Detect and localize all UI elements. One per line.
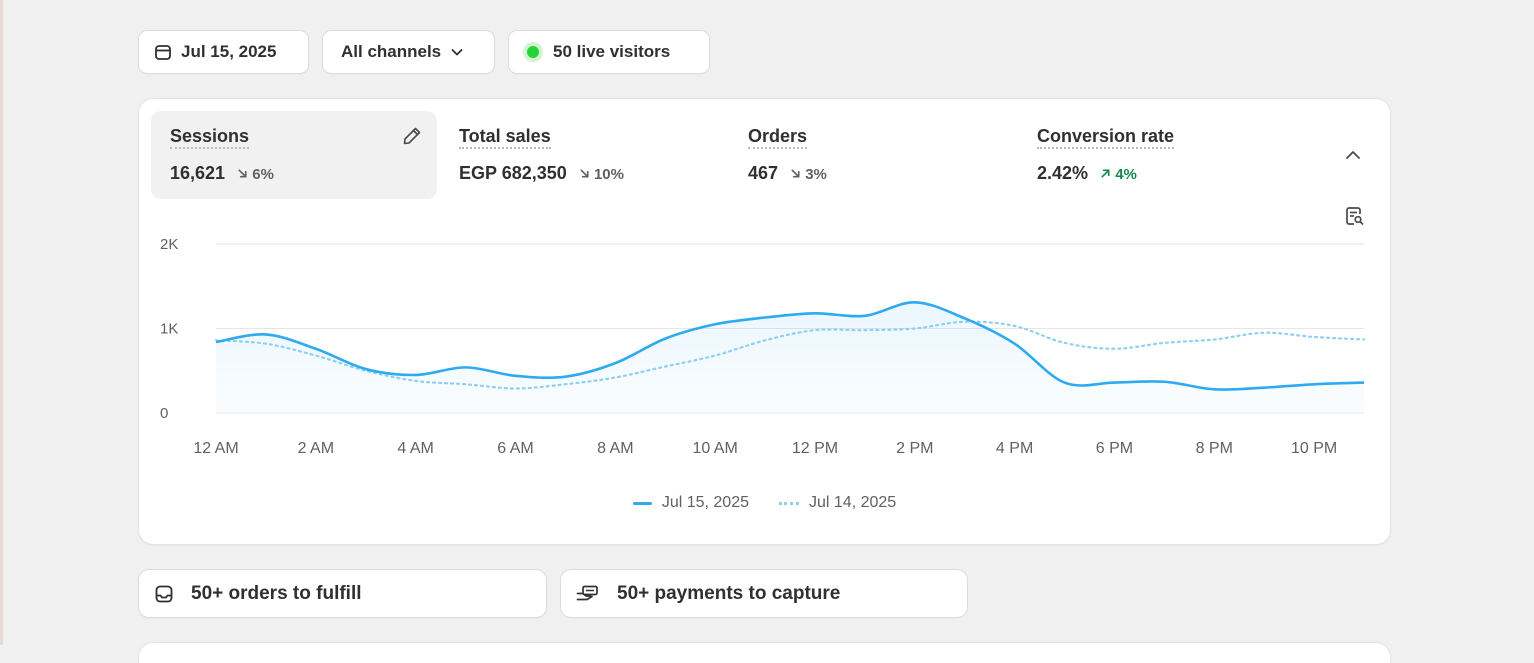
data-point-previous[interactable] bbox=[1308, 331, 1320, 343]
x-tick-label: 10 AM bbox=[692, 440, 737, 457]
x-tick-label: 2 PM bbox=[896, 440, 933, 457]
data-point-previous[interactable] bbox=[859, 324, 871, 336]
data-point-previous[interactable] bbox=[759, 334, 771, 346]
data-point-previous[interactable] bbox=[1059, 337, 1071, 349]
data-point-current[interactable] bbox=[460, 361, 472, 373]
payments-to-capture-button[interactable]: 50+ payments to capture bbox=[561, 570, 967, 617]
data-point-previous[interactable] bbox=[1208, 333, 1220, 345]
date-picker-button[interactable]: Jul 15, 2025 bbox=[139, 31, 308, 73]
data-point-current[interactable] bbox=[1258, 382, 1270, 394]
x-tick-label: 8 AM bbox=[597, 440, 633, 457]
x-tick-label: 2 AM bbox=[298, 440, 334, 457]
data-point-current[interactable] bbox=[859, 310, 871, 322]
channels-label: All channels bbox=[341, 42, 442, 61]
x-tick-label: 6 PM bbox=[1096, 440, 1133, 457]
calendar-icon bbox=[153, 42, 173, 62]
data-point-previous[interactable] bbox=[1358, 333, 1370, 345]
legend-dotted-swatch bbox=[779, 501, 799, 505]
live-status-dot bbox=[527, 46, 539, 58]
data-point-current[interactable] bbox=[909, 296, 921, 308]
data-point-current[interactable] bbox=[1009, 338, 1021, 350]
filter-bar: Jul 15, 2025 All channels 50 live visito… bbox=[139, 31, 709, 73]
data-point-current[interactable] bbox=[1208, 383, 1220, 395]
data-point-current[interactable] bbox=[659, 333, 671, 345]
data-point-previous[interactable] bbox=[709, 350, 721, 362]
x-tick-label: 6 AM bbox=[497, 440, 533, 457]
data-point-previous[interactable] bbox=[1258, 327, 1270, 339]
data-point-current[interactable] bbox=[609, 357, 621, 369]
page-edge bbox=[0, 0, 3, 645]
y-tick-label: 1K bbox=[160, 321, 178, 338]
live-visitors-label: 50 live visitors bbox=[553, 42, 671, 61]
date-label: Jul 15, 2025 bbox=[181, 42, 277, 61]
x-tick-label: 8 PM bbox=[1196, 440, 1233, 457]
data-point-previous[interactable] bbox=[659, 361, 671, 373]
data-point-current[interactable] bbox=[709, 318, 721, 330]
x-tick-label: 12 PM bbox=[792, 440, 838, 457]
data-point-previous[interactable] bbox=[959, 316, 971, 328]
data-point-previous[interactable] bbox=[260, 338, 272, 350]
sessions-line-chart: 0 1K 2K 12 AM 2 AM 4 AM 6 AM 8 AM 10 AM 12 PM 2 PM… bbox=[160, 236, 1370, 457]
data-point-current[interactable] bbox=[1308, 378, 1320, 390]
x-tick-label: 12 AM bbox=[193, 440, 238, 457]
x-tick-label: 4 PM bbox=[996, 440, 1033, 457]
data-point-previous[interactable] bbox=[509, 382, 521, 394]
y-tick-label: 0 bbox=[160, 405, 168, 422]
data-point-previous[interactable] bbox=[460, 378, 472, 390]
legend-previous-label: Jul 14, 2025 bbox=[809, 494, 897, 511]
legend-item-previous[interactable]: Jul 14, 2025 bbox=[779, 494, 896, 512]
inbox-icon bbox=[153, 583, 175, 605]
data-point-previous[interactable] bbox=[609, 372, 621, 384]
data-point-current[interactable] bbox=[1158, 376, 1170, 388]
data-point-previous[interactable] bbox=[1009, 320, 1021, 332]
data-point-current[interactable] bbox=[759, 312, 771, 324]
live-visitors-button[interactable]: 50 live visitors bbox=[509, 31, 709, 73]
orders-to-fulfill-button[interactable]: 50+ orders to fulfill bbox=[139, 570, 546, 617]
data-point-previous[interactable] bbox=[1158, 337, 1170, 349]
legend-item-current[interactable]: Jul 15, 2025 bbox=[632, 494, 749, 512]
orders-to-fulfill-label: 50+ orders to fulfill bbox=[191, 582, 362, 604]
data-point-current[interactable] bbox=[1108, 377, 1120, 389]
data-point-current[interactable] bbox=[1358, 377, 1370, 389]
data-point-current[interactable] bbox=[809, 307, 821, 319]
series-area-fill bbox=[216, 302, 1364, 413]
analytics-card: Sessions 16,621 6% Total sales EGP 682,3… bbox=[139, 99, 1390, 544]
next-section-card bbox=[139, 643, 1390, 663]
payments-to-capture-label: 50+ payments to capture bbox=[617, 582, 841, 604]
data-point-previous[interactable] bbox=[809, 324, 821, 336]
data-point-previous[interactable] bbox=[410, 375, 422, 387]
x-tick-label: 10 PM bbox=[1291, 440, 1337, 457]
data-point-previous[interactable] bbox=[210, 334, 222, 346]
data-point-current[interactable] bbox=[1059, 377, 1071, 389]
data-point-previous[interactable] bbox=[360, 365, 372, 377]
x-tick-label: 4 AM bbox=[397, 440, 433, 457]
hand-money-icon bbox=[575, 583, 601, 605]
legend-solid-swatch bbox=[632, 501, 652, 505]
data-point-previous[interactable] bbox=[310, 350, 322, 362]
data-point-current[interactable] bbox=[509, 370, 521, 382]
y-tick-label: 2K bbox=[160, 236, 178, 253]
chart-legend: Jul 15, 2025 Jul 14, 2025 bbox=[139, 494, 1390, 512]
data-point-previous[interactable] bbox=[1108, 343, 1120, 355]
data-point-previous[interactable] bbox=[559, 378, 571, 390]
chevron-down-icon bbox=[449, 44, 465, 60]
channels-dropdown[interactable]: All channels bbox=[323, 31, 494, 73]
legend-current-label: Jul 15, 2025 bbox=[661, 494, 749, 511]
data-point-previous[interactable] bbox=[909, 323, 921, 335]
